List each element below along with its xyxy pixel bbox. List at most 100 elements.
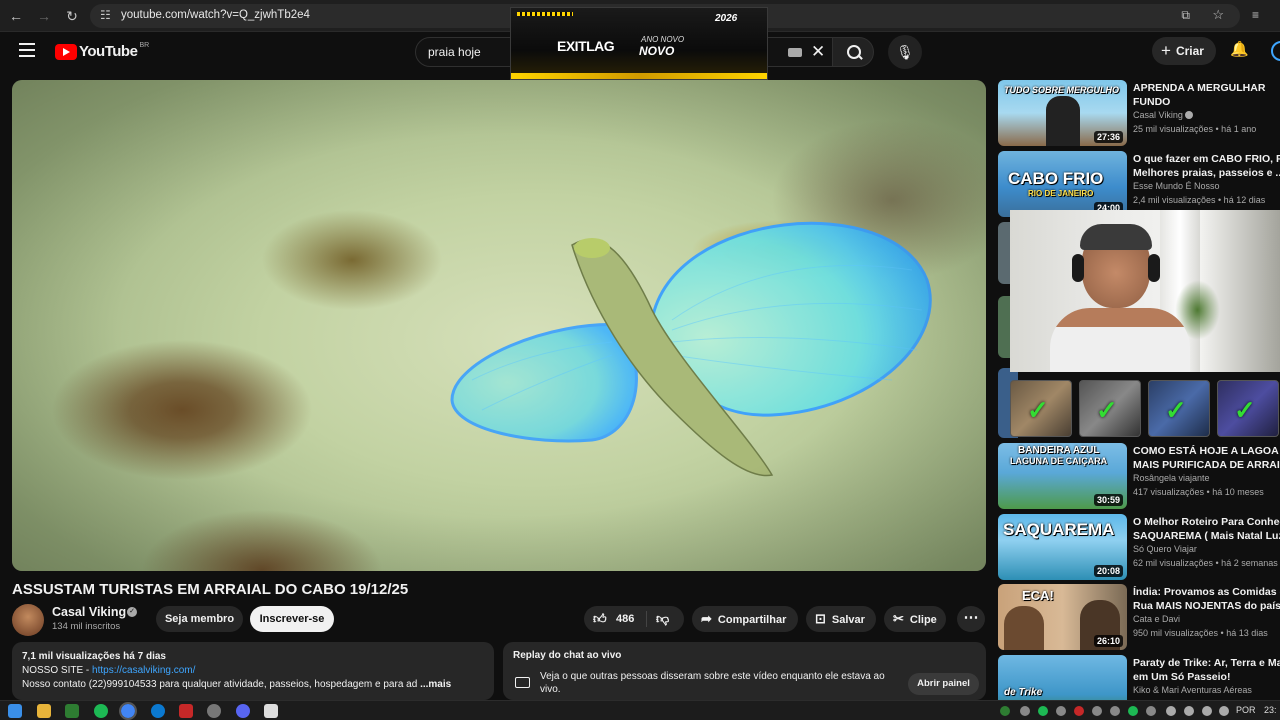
rec-title[interactable]: Índia: Provamos as Comidas de Rua MAIS NO… [1133,585,1280,613]
language-indicator[interactable]: POR [1236,705,1256,715]
video-player[interactable] [12,80,986,571]
youtube-play-icon [55,43,77,60]
tray-icon[interactable] [1146,706,1156,716]
recommended-video[interactable]: de Trike Paraty de Trike: Ar, Terra e Ma… [998,655,1280,700]
rec-channel[interactable]: Casal Viking [1133,110,1194,120]
exitlag-ad-overlay[interactable]: 2026 EXITLAG ANO NOVO NOVO [510,7,768,80]
join-member-button[interactable]: Seja membro [156,606,243,632]
more-actions-icon[interactable]: ⋯ [957,606,985,632]
subscribe-button[interactable]: Inscrever-se [250,606,334,632]
thumbs-up-icon[interactable]: 👍︎ [593,606,607,632]
rec-title[interactable]: COMO ESTÁ HOJE A LAGOA MAIS PURIFICADA DE… [1133,444,1280,472]
thumb-caption: CABO FRIO [1008,169,1104,188]
ad-stripe [517,12,573,16]
bookmark-star-icon[interactable]: ☆ [1212,7,1224,23]
site-settings-icon[interactable]: ☷ [100,8,111,22]
rec-meta: 2,4 mil visualizações • há 12 dias [1133,195,1266,205]
app-icon[interactable] [207,704,221,718]
webcam-overlay [1010,210,1280,372]
video-thumbnail[interactable]: TUDO SOBRE MERGULHO 27:36 [998,80,1127,146]
open-panel-button[interactable]: Abrir painel [908,673,979,695]
tray-icon[interactable] [1056,706,1066,716]
thumbs-down-icon[interactable]: 👎︎ [656,606,669,632]
share-button[interactable]: ➦ Compartilhar [692,606,798,632]
edge-icon[interactable] [151,704,165,718]
app-icon[interactable] [179,704,193,718]
green-check-icon: ✓ [1165,395,1187,425]
video-thumbnail[interactable]: ECA! 26:10 [998,584,1127,650]
rec-channel[interactable]: Kiko & Mari Aventuras Aéreas [1133,685,1252,695]
reload-icon[interactable]: ↻ [62,6,82,26]
install-app-icon[interactable]: ⧉ [1181,8,1190,23]
site-prefix: NOSSO SITE - [22,665,93,676]
back-arrow-icon[interactable]: ← [6,6,26,26]
start-windows-icon[interactable] [8,704,22,718]
tray-icon[interactable] [1219,706,1229,716]
description-box[interactable]: 7,1 mil visualizações há 7 dias NOSSO SI… [12,642,494,700]
reading-list-icon[interactable]: ≡ [1252,8,1259,22]
file-explorer-icon[interactable] [37,704,51,718]
network-tray-icon[interactable] [1184,706,1194,716]
tray-icon[interactable] [1128,706,1138,716]
rec-title-line-2: MAIS PURIFICADA DE ARRAIAL [1133,459,1280,471]
volume-tray-icon[interactable] [1202,706,1212,716]
clear-search-icon[interactable]: ✕ [811,42,825,62]
app-icon[interactable] [264,704,278,718]
chrome-icon[interactable] [119,702,137,720]
rec-channel-name: Casal Viking [1133,110,1183,120]
verified-check-icon [1185,111,1194,119]
duration-badge: 30:59 [1093,494,1123,506]
tray-icon[interactable] [1110,706,1120,716]
tray-icon[interactable] [1000,706,1010,716]
rec-meta: 25 mil visualizações • há 1 ano [1133,124,1257,134]
rec-title[interactable]: APRENDA A MERGULHAR FUNDO [1133,81,1280,109]
app-icon[interactable] [65,704,79,718]
rec-title[interactable]: O que fazer em CABO FRIO, RJ Melhores pra… [1133,152,1280,180]
channel-name[interactable]: Casal Viking [52,605,126,619]
video-thumbnail[interactable]: SAQUAREMA 20:08 [998,514,1127,580]
discord-icon[interactable] [236,704,250,718]
thumb-caption: TUDO SOBRE MERGULHO [1004,85,1120,95]
tray-icon[interactable] [1092,706,1102,716]
tray-icon[interactable] [1020,706,1030,716]
account-avatar[interactable] [1271,41,1280,61]
rec-channel[interactable]: Rosângela viajante [1133,473,1210,483]
tray-icon[interactable] [1038,706,1048,716]
channel-avatar[interactable] [12,604,44,636]
keyboard-icon[interactable] [788,48,802,57]
forward-arrow-icon[interactable]: → [34,6,54,26]
rec-channel[interactable]: Cata e Davi [1133,614,1180,624]
player-vignette [12,80,986,571]
rec-channel[interactable]: Só Quero Viajar [1133,544,1197,554]
tray-icon[interactable] [1074,706,1084,716]
headset-left [1072,254,1084,282]
recommended-video[interactable]: CABO FRIO RIO DE JANEIRO 24:00 O que faz… [998,151,1280,217]
youtube-logo[interactable]: YouTube BR [55,42,149,60]
clip-button[interactable]: ✂ Clipe [884,606,946,632]
notifications-bell-icon[interactable]: 🔔 [1230,40,1249,58]
rec-title-line-2: SAQUAREMA ( Mais Natal Luz [1133,530,1280,542]
menu-hamburger-icon[interactable] [19,43,35,57]
rec-title[interactable]: Paraty de Trike: Ar, Terra e Mar em Um Só… [1133,656,1280,684]
rec-title[interactable]: O Melhor Roteiro Para Conhecer SAQUAREMA … [1133,515,1280,543]
recommended-video[interactable]: TUDO SOBRE MERGULHO 27:36 APRENDA A MERG… [998,80,1280,146]
like-count[interactable]: 486 [616,606,634,632]
rec-channel[interactable]: Esse Mundo É Nosso [1133,181,1220,191]
subscriber-count: 134 mil inscritos [52,621,121,632]
video-thumbnail[interactable]: CABO FRIO RIO DE JANEIRO 24:00 [998,151,1127,217]
recommended-video[interactable]: ECA! 26:10 Índia: Provamos as Comidas de… [998,584,1280,650]
spotify-icon[interactable] [94,704,108,718]
recommended-video[interactable]: BANDEIRA AZUL LAGUNA DE CAIÇARA 30:59 CO… [998,443,1280,509]
video-thumbnail[interactable]: BANDEIRA AZUL LAGUNA DE CAIÇARA 30:59 [998,443,1127,509]
recommended-video[interactable]: SAQUAREMA 20:08 O Melhor Roteiro Para Co… [998,514,1280,580]
video-thumbnail[interactable]: de Trike [998,655,1127,700]
thumb-person [1004,606,1044,650]
save-button[interactable]: ⊡ Salvar [806,606,876,632]
show-more-link[interactable]: ...mais [420,679,451,690]
search-button[interactable] [832,37,874,67]
microphone-tray-icon[interactable] [1166,706,1176,716]
create-button[interactable]: + Criar [1152,37,1216,65]
microphone-icon[interactable]: 🎙 [888,35,922,69]
site-link[interactable]: https://casalviking.com/ [92,665,195,676]
clock[interactable]: 23: [1264,705,1277,715]
